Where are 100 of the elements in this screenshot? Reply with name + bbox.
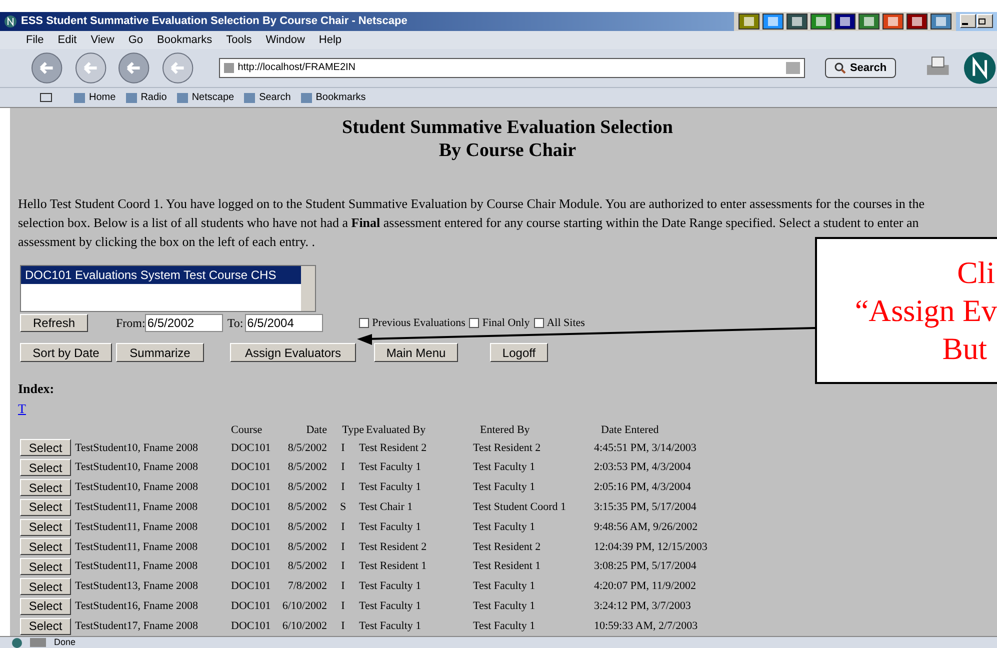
table-cell-text: 2:03:53 PM, 4/3/2004 [594, 460, 692, 476]
select-button[interactable]: Select [20, 479, 71, 496]
app-icon[interactable] [882, 12, 904, 30]
select-button[interactable]: Select [20, 598, 71, 615]
back-icon[interactable] [30, 50, 64, 85]
checkbox-label: Final Only [482, 316, 530, 331]
table-cell-text: 3:08:25 PM, 5/17/2004 [594, 559, 698, 574]
menu-item[interactable]: Edit [58, 32, 77, 48]
table-cell-text: 10:59:33 AM, 2/7/2003 [594, 618, 699, 634]
search-button[interactable]: Search [824, 58, 896, 78]
checkbox[interactable] [359, 318, 370, 328]
toolbar-link[interactable]: Radio [126, 90, 167, 106]
select-button[interactable]: Select [20, 618, 71, 635]
menu-item[interactable]: Help [318, 32, 342, 48]
toolbar-link[interactable]: Netscape [176, 90, 234, 106]
index-link[interactable]: T [18, 398, 26, 418]
netscape-logo[interactable] [963, 50, 997, 85]
table-cell-text: Test Faculty 1 [359, 460, 422, 476]
app-icon[interactable] [858, 12, 880, 30]
scrollbar[interactable] [301, 266, 315, 312]
table-cell-text: I [340, 460, 346, 476]
table-cell-text: DOC101 [231, 520, 272, 535]
course-listbox[interactable]: DOC101 Evaluations System Test Course CHS [20, 265, 316, 312]
table-cell-text: 8/5/2002 [286, 460, 327, 476]
checkbox[interactable] [469, 318, 480, 328]
table-cell-text: Test Resident 2 [359, 540, 428, 555]
select-button[interactable]: Select [20, 578, 71, 596]
table-cell-text: Test Faculty 1 [473, 520, 536, 535]
table-cell-text: 12:04:39 PM, 12/15/2003 [594, 540, 708, 555]
table-cell-text: Test Chair 1 [359, 500, 414, 516]
menu-item[interactable]: File [26, 32, 44, 48]
action-button[interactable]: Sort by Date [20, 343, 112, 362]
tab-icon[interactable] [40, 93, 52, 102]
table-cell-text: Test Faculty 1 [473, 599, 536, 614]
to-date-field[interactable]: 6/5/2004 [245, 314, 324, 332]
table-cell-text: Test Faculty 1 [359, 579, 422, 594]
field-label: To: [227, 315, 244, 332]
select-button[interactable]: Select [20, 459, 71, 476]
app-icon[interactable] [810, 12, 832, 30]
checkbox[interactable] [534, 318, 544, 328]
column-header: Course [231, 422, 264, 438]
select-button[interactable]: Select [20, 439, 71, 456]
toolbar-link[interactable]: Search [244, 90, 291, 106]
app-icon[interactable] [834, 12, 856, 30]
select-button[interactable]: Select [20, 518, 71, 536]
table-cell-text: I [340, 520, 346, 535]
select-button[interactable]: Select [20, 558, 71, 576]
toolbar-link[interactable]: Bookmarks [300, 90, 366, 106]
table-cell-text: I [340, 540, 346, 555]
app-icon[interactable] [762, 12, 784, 30]
menu-item[interactable]: Window [266, 32, 305, 48]
table-cell-text: DOC101 [231, 579, 272, 594]
action-button[interactable]: Main Menu [374, 343, 458, 362]
table-cell-text: Test Faculty 1 [473, 579, 536, 594]
table-cell-text: 6/10/2002 [281, 618, 327, 634]
table-cell-text: Test Resident 1 [473, 559, 542, 574]
checkbox-label: All Sites [546, 316, 585, 331]
menu-item[interactable]: Bookmarks [157, 32, 212, 48]
restore-icon [978, 17, 986, 26]
from-date-field[interactable]: 6/5/2002 [145, 314, 224, 332]
action-button[interactable]: Logoff [490, 343, 548, 362]
table-cell-text: TestStudent11, Fname 2008 [75, 520, 199, 535]
netscape-status-icon[interactable] [12, 638, 22, 648]
table-cell-text: DOC101 [231, 559, 272, 574]
table-cell-text: 8/5/2002 [286, 480, 327, 496]
table-cell-text: 3:24:12 PM, 3/7/2003 [594, 599, 692, 614]
restore-button[interactable] [977, 14, 993, 28]
toolbar-link[interactable]: Home [74, 90, 116, 106]
app-icon[interactable] [906, 12, 928, 30]
checkbox-label: Previous Evaluations [372, 316, 466, 331]
table-cell-text: Test Faculty 1 [473, 618, 536, 634]
app-icon[interactable] [930, 12, 952, 30]
table-cell-text: 3:15:35 PM, 5/17/2004 [594, 500, 698, 516]
table-cell-text: I [340, 440, 346, 456]
table-cell-text: 8/5/2002 [286, 500, 327, 516]
column-header: Date [305, 422, 327, 438]
refresh-button[interactable]: Refresh [20, 314, 88, 332]
action-button[interactable]: Summarize [116, 343, 204, 362]
app-icon[interactable] [738, 12, 760, 30]
table-cell-text: 4:20:07 PM, 11/9/2002 [594, 579, 697, 594]
app-icon[interactable] [786, 12, 808, 30]
action-button[interactable]: Assign Evaluators [230, 343, 356, 362]
select-button[interactable]: Select [20, 538, 71, 556]
select-button[interactable]: Select [20, 498, 71, 516]
table-cell-text: DOC101 [231, 599, 272, 614]
table-cell-text: Test Resident 2 [359, 440, 428, 456]
listbox-option[interactable]: DOC101 Evaluations System Test Course CHS [21, 266, 301, 284]
table-cell-text: TestStudent10, Fname 2008 [75, 440, 199, 456]
minimize-button[interactable] [960, 14, 976, 28]
menu-item[interactable]: Go [128, 32, 144, 48]
menu-item[interactable]: View [90, 32, 114, 48]
table-cell-text: Test Resident 2 [473, 540, 542, 555]
table-cell-text: DOC101 [231, 460, 272, 476]
table-cell-text: TestStudent10, Fname 2008 [75, 460, 199, 476]
column-header: Type [341, 422, 365, 438]
menu-item[interactable]: Tools [226, 32, 252, 48]
callout-text: “Assign Ev [854, 292, 997, 330]
table-cell-text: 8/5/2002 [286, 559, 327, 574]
address-field[interactable]: http://localhost/FRAME2IN [218, 58, 805, 78]
table-cell-text: TestStudent16, Fname 2008 [75, 599, 199, 614]
